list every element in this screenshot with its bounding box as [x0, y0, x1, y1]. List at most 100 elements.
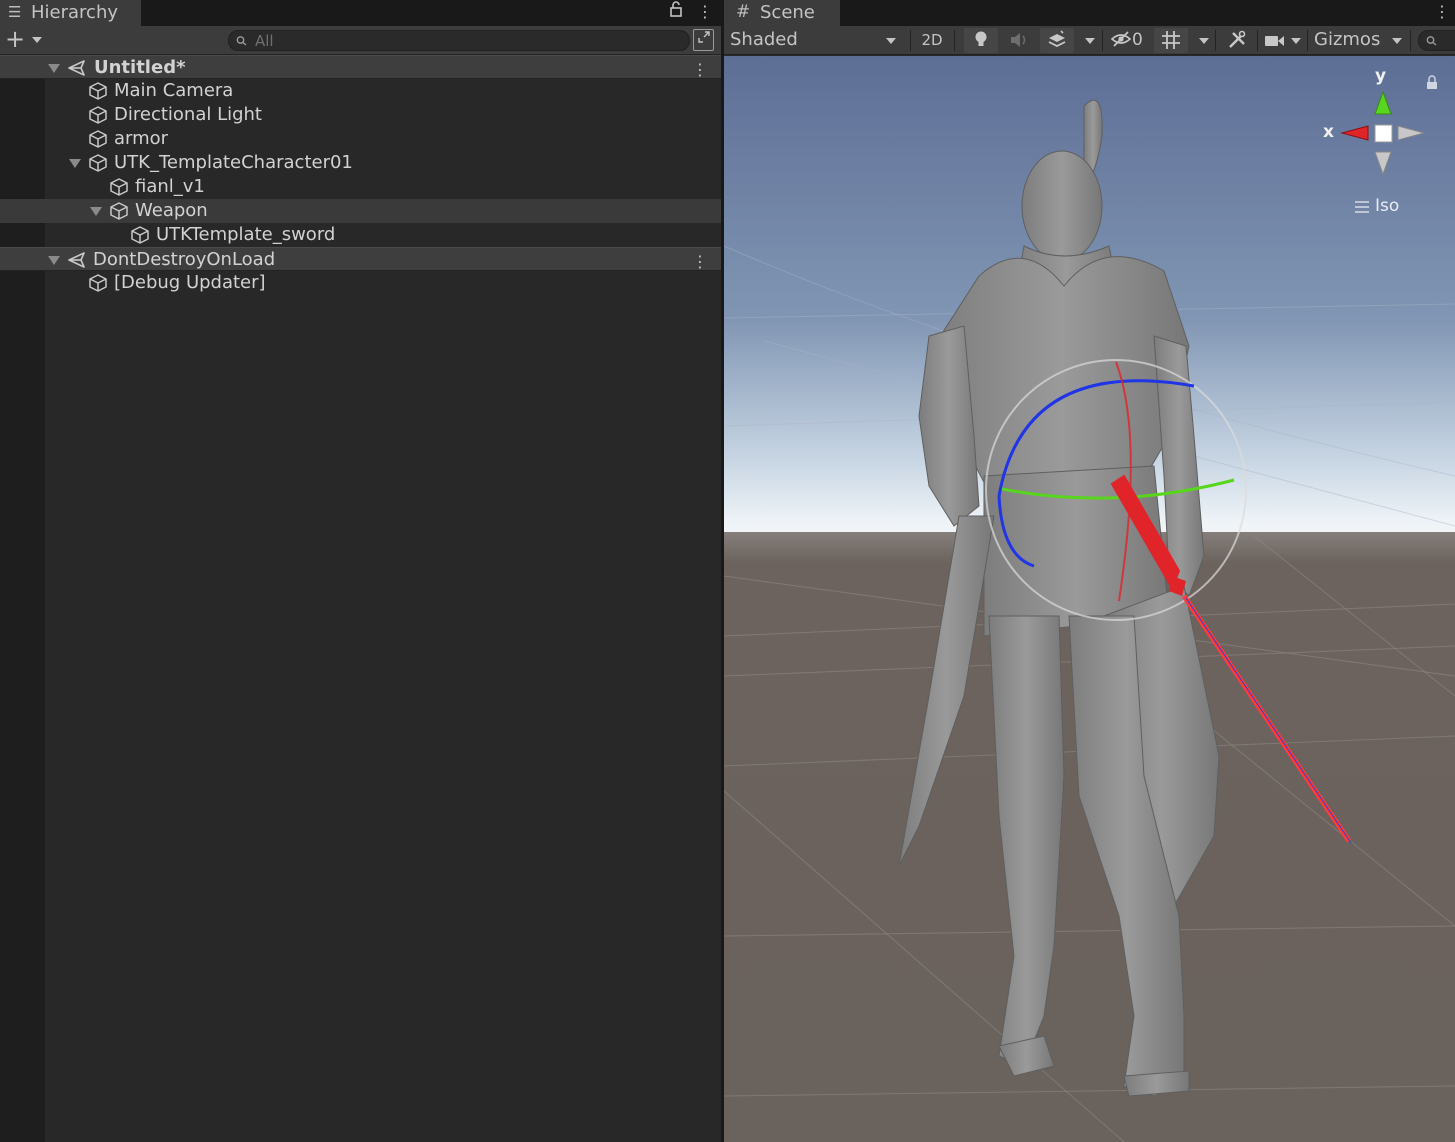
- 2d-toggle-label: 2D: [921, 31, 943, 49]
- chevron-down-icon: [32, 37, 42, 43]
- fold-arrow-icon[interactable]: [90, 207, 102, 216]
- speaker-icon: [1011, 33, 1026, 47]
- toolbar-divider: [1307, 30, 1308, 51]
- scene-label: DontDestroyOnLoad: [93, 249, 276, 270]
- 2d-toggle-button[interactable]: 2D: [916, 28, 948, 53]
- projection-label[interactable]: Iso: [1375, 196, 1399, 216]
- hierarchy-item-weapon[interactable]: Weapon: [0, 199, 721, 223]
- grid-toggle-button[interactable]: [1154, 28, 1188, 53]
- gizmos-label: Gizmos: [1314, 29, 1381, 50]
- grid-hash-icon: #: [736, 2, 751, 22]
- gameobject-cube-icon: [130, 225, 150, 245]
- hierarchy-item-label: armor: [114, 128, 169, 149]
- tab-hierarchy-label: Hierarchy: [31, 2, 119, 23]
- gameobject-cube-icon: [88, 81, 108, 101]
- chevron-down-icon[interactable]: [1199, 38, 1209, 44]
- toolbar-divider: [1257, 30, 1258, 51]
- layers-icon: [1048, 30, 1066, 48]
- search-expand-button[interactable]: [693, 29, 714, 51]
- hierarchy-item-armor[interactable]: armor: [0, 127, 721, 151]
- hierarchy-tab-bar: ☰ Hierarchy ⋮: [0, 0, 721, 26]
- toolbar-divider: [954, 30, 955, 51]
- gameobject-cube-icon: [109, 201, 129, 221]
- hierarchy-item-label: fianl_v1: [135, 176, 205, 197]
- scene-row-dontdestroyonload[interactable]: DontDestroyOnLoad ⋮: [0, 247, 721, 271]
- tab-scene[interactable]: # Scene: [724, 0, 840, 26]
- hierarchy-item-debug-updater[interactable]: [Debug Updater]: [0, 271, 721, 295]
- camera-icon: [1265, 36, 1284, 46]
- scene-render: [724, 56, 1455, 1142]
- search-input[interactable]: [255, 32, 675, 50]
- hierarchy-item-label: [Debug Updater]: [114, 272, 266, 293]
- shading-mode-dropdown[interactable]: Shaded: [730, 26, 906, 55]
- hierarchy-toolbar: +: [0, 26, 721, 55]
- fold-arrow-icon[interactable]: [48, 64, 60, 73]
- unity-scene-icon: [67, 58, 87, 78]
- toolbar-divider: [1215, 30, 1216, 51]
- kebab-menu-icon[interactable]: ⋮: [697, 0, 713, 26]
- hierarchy-item-label: UTKTemplate_sword: [156, 224, 336, 245]
- hierarchy-item-label: Main Camera: [114, 80, 234, 101]
- search-icon: [1425, 33, 1439, 50]
- scene-search[interactable]: [1418, 30, 1455, 51]
- lock-icon[interactable]: [669, 0, 683, 26]
- center-cube-icon[interactable]: [1374, 124, 1393, 143]
- hierarchy-item-utk-templatecharacter01[interactable]: UTK_TemplateCharacter01: [0, 151, 721, 175]
- fold-arrow-icon[interactable]: [69, 159, 81, 168]
- tools-toggle-button[interactable]: [1221, 28, 1253, 53]
- tab-hierarchy[interactable]: ☰ Hierarchy: [0, 0, 141, 26]
- hierarchy-item-label: UTK_TemplateCharacter01: [114, 152, 353, 173]
- hierarchy-item-main-camera[interactable]: Main Camera: [0, 79, 721, 103]
- gameobject-cube-icon: [88, 129, 108, 149]
- x-axis-label: x: [1323, 122, 1334, 142]
- kebab-menu-icon[interactable]: ⋮: [692, 58, 708, 81]
- hidden-objects-toggle-button[interactable]: 0: [1108, 28, 1150, 53]
- expand-icon: [697, 31, 710, 43]
- chevron-down-icon[interactable]: [1085, 38, 1095, 44]
- scene-viewport[interactable]: y x Iso: [724, 56, 1455, 1142]
- tools-icon: [1229, 30, 1246, 48]
- hierarchy-item-label: Weapon: [135, 200, 208, 221]
- lighting-toggle-button[interactable]: [964, 28, 998, 53]
- toolbar-divider: [1410, 30, 1411, 51]
- chevron-down-icon: [886, 38, 896, 44]
- chevron-down-icon[interactable]: [1392, 38, 1402, 44]
- scene-row-untitled[interactable]: Untitled* ⋮: [0, 55, 721, 79]
- scene-panel: # Scene ⋮ Shaded 2D 0 Gizmos y x Iso: [724, 0, 1455, 1142]
- scene-toolbar: Shaded 2D 0 Gizmos: [724, 26, 1455, 55]
- chevron-down-icon[interactable]: [1291, 38, 1301, 44]
- create-button[interactable]: +: [5, 27, 45, 53]
- gameobject-cube-icon: [88, 273, 108, 293]
- shading-mode-label: Shaded: [730, 29, 798, 50]
- unity-scene-icon: [67, 250, 87, 270]
- hierarchy-item-label: Directional Light: [114, 104, 262, 125]
- plus-icon: +: [5, 25, 26, 53]
- audio-toggle-button[interactable]: [1002, 28, 1036, 53]
- hierarchy-panel: ☰ Hierarchy ⋮ + Untitled* ⋮: [0, 0, 721, 1142]
- lightbulb-icon: [975, 31, 987, 46]
- toolbar-divider: [910, 30, 911, 51]
- hierarchy-search[interactable]: [228, 30, 690, 51]
- search-icon: [235, 33, 249, 50]
- kebab-menu-icon[interactable]: ⋮: [692, 250, 708, 273]
- gameobject-cube-icon: [109, 177, 129, 197]
- effects-toggle-button[interactable]: [1040, 28, 1074, 53]
- fold-arrow-icon[interactable]: [48, 256, 60, 265]
- hidden-count: 0: [1132, 30, 1143, 50]
- camera-settings-button[interactable]: [1261, 28, 1289, 53]
- gameobject-cube-icon: [88, 105, 108, 125]
- gizmos-button[interactable]: Gizmos: [1314, 26, 1392, 55]
- kebab-menu-icon[interactable]: ⋮: [1434, 0, 1450, 26]
- scene-tab-bar: # Scene ⋮: [724, 0, 1455, 26]
- toolbar-divider: [1102, 30, 1103, 51]
- hierarchy-item-fianl-v1[interactable]: fianl_v1: [0, 175, 721, 199]
- grid-icon: [1162, 31, 1180, 49]
- scene-label: Untitled*: [94, 57, 186, 78]
- hierarchy-item-utktemplate-sword[interactable]: UTKTemplate_sword: [0, 223, 721, 247]
- list-icon: ☰: [8, 3, 22, 21]
- hierarchy-item-directional-light[interactable]: Directional Light: [0, 103, 721, 127]
- gameobject-cube-icon: [88, 153, 108, 173]
- tab-scene-label: Scene: [760, 2, 815, 23]
- y-axis-label: y: [1375, 66, 1387, 86]
- eye-slash-icon: [1110, 31, 1132, 47]
